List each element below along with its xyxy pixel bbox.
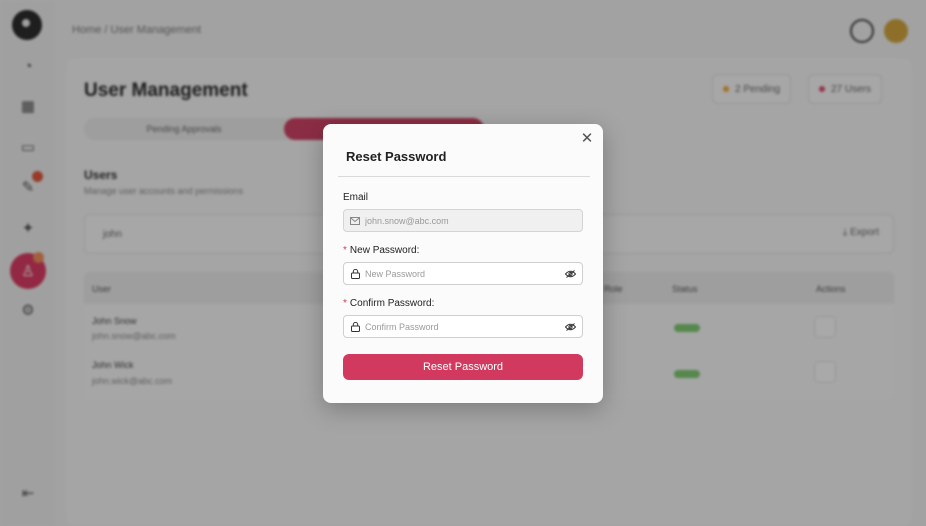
new-password-input[interactable] <box>365 268 564 279</box>
email-input <box>365 215 576 226</box>
required-mark: * <box>343 298 347 309</box>
eye-off-icon[interactable] <box>564 322 576 332</box>
confirm-password-label: * Confirm Password: <box>343 298 434 309</box>
confirm-password-label-text: Confirm Password <box>349 298 432 309</box>
modal-divider <box>338 176 590 177</box>
confirm-password-field[interactable] <box>343 315 583 338</box>
lock-icon <box>350 321 360 332</box>
email-field <box>343 209 583 232</box>
required-mark: * <box>343 245 347 256</box>
new-password-field[interactable] <box>343 262 583 285</box>
new-password-label-text: New Password <box>349 245 417 256</box>
mail-icon <box>350 216 360 226</box>
confirm-password-input[interactable] <box>365 321 564 332</box>
new-password-label: * New Password: <box>343 245 419 256</box>
lock-icon <box>350 268 360 279</box>
eye-off-icon[interactable] <box>564 269 576 279</box>
reset-password-button[interactable]: Reset Password <box>343 354 583 380</box>
label-suffix: : <box>416 245 420 256</box>
label-suffix: : <box>431 298 435 309</box>
email-label: Email <box>343 192 369 203</box>
modal-title: Reset Password <box>346 149 447 164</box>
close-icon[interactable]: ✕ <box>580 131 594 146</box>
reset-password-modal: ✕ Reset Password Email *New Password: *C… <box>323 124 603 403</box>
